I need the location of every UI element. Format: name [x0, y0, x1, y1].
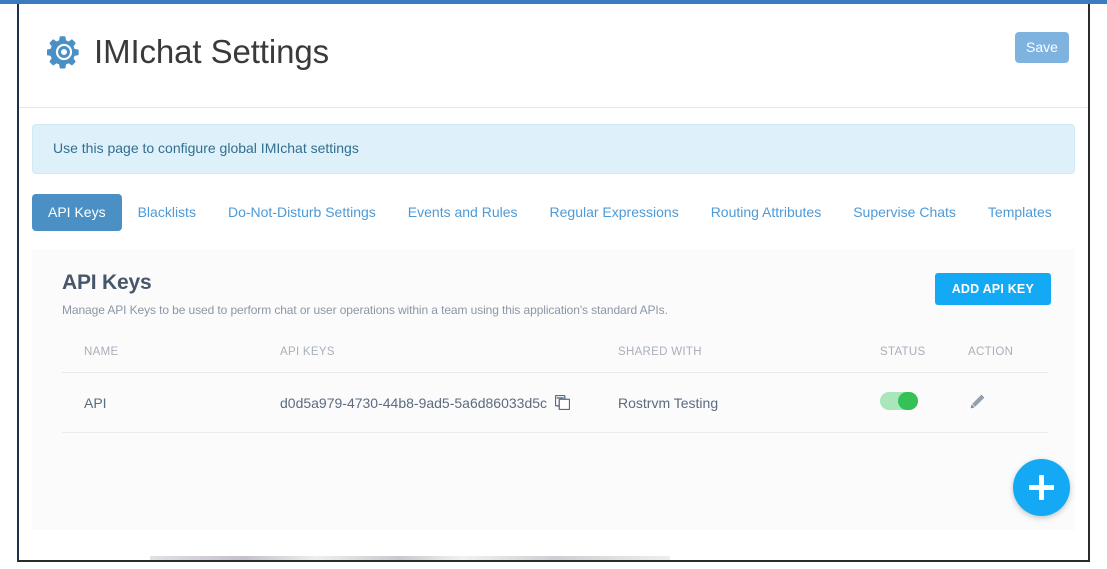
column-header-status: STATUS — [880, 346, 968, 373]
settings-tabs: API Keys Blacklists Do-Not-Disturb Setti… — [32, 194, 1075, 236]
add-api-key-button[interactable]: ADD API KEY — [934, 273, 1051, 305]
card-title: API Keys — [62, 271, 152, 294]
tab-regular-expressions[interactable]: Regular Expressions — [534, 194, 695, 231]
api-key-group: d0d5a979-4730-44b8-9ad5-5a6d86033d5c — [280, 395, 618, 411]
table-row: API d0d5a979-4730-44b8-9ad5-5a6d86033d5c — [62, 372, 1048, 433]
column-header-name: NAME — [62, 346, 280, 373]
save-button[interactable]: Save — [1015, 32, 1069, 63]
table-head: NAME API KEYS SHARED WITH STATUS ACTION — [62, 346, 1048, 373]
tab-do-not-disturb[interactable]: Do-Not-Disturb Settings — [212, 194, 392, 231]
screenshot-viewport: IMIchat Settings Save Use this page to c… — [0, 0, 1107, 569]
tab-api-keys[interactable]: API Keys — [32, 194, 122, 231]
info-banner: Use this page to configure global IMIcha… — [32, 124, 1075, 174]
toggle-knob — [898, 392, 918, 410]
cell-status — [880, 372, 968, 433]
copy-icon[interactable] — [555, 395, 571, 410]
column-header-shared-with: SHARED WITH — [618, 346, 880, 373]
status-toggle[interactable] — [880, 392, 918, 410]
cell-name: API — [62, 372, 280, 433]
tab-templates[interactable]: Templates — [972, 194, 1068, 231]
window-right-border — [1088, 4, 1090, 562]
table-header-row: NAME API KEYS SHARED WITH STATUS ACTION — [62, 346, 1048, 373]
tab-events-and-rules[interactable]: Events and Rules — [392, 194, 534, 231]
cell-api-key: d0d5a979-4730-44b8-9ad5-5a6d86033d5c — [280, 372, 618, 433]
tab-blacklists[interactable]: Blacklists — [122, 194, 212, 231]
column-header-api-keys: API KEYS — [280, 346, 618, 373]
pencil-icon[interactable] — [968, 394, 985, 411]
plus-icon-vertical — [1039, 475, 1044, 500]
taskbar-artifact — [150, 556, 670, 560]
cell-action — [968, 372, 1048, 433]
cell-shared-with: Rostrvm Testing — [618, 372, 880, 433]
api-key-value: d0d5a979-4730-44b8-9ad5-5a6d86033d5c — [280, 394, 548, 411]
tab-supervise-chats[interactable]: Supervise Chats — [837, 194, 972, 231]
page-title: IMIchat Settings — [94, 33, 330, 70]
window-bottom-border — [17, 560, 1090, 562]
api-keys-card: API Keys Manage API Keys to be used to p… — [32, 249, 1075, 530]
tab-routing-attributes[interactable]: Routing Attributes — [695, 194, 838, 231]
title-group: IMIchat Settings — [47, 33, 329, 71]
settings-page: IMIchat Settings Save Use this page to c… — [19, 6, 1088, 560]
gear-icon — [47, 36, 79, 69]
browser-top-bar — [0, 0, 1107, 4]
card-description: Manage API Keys to be used to perform ch… — [62, 303, 668, 317]
add-floating-action-button[interactable] — [1013, 459, 1070, 516]
table-body: API d0d5a979-4730-44b8-9ad5-5a6d86033d5c — [62, 372, 1048, 433]
card-header: API Keys Manage API Keys to be used to p… — [32, 249, 1075, 317]
api-keys-table: NAME API KEYS SHARED WITH STATUS ACTION … — [62, 346, 1048, 433]
page-header: IMIchat Settings Save — [19, 6, 1088, 108]
column-header-action: ACTION — [968, 346, 1048, 373]
